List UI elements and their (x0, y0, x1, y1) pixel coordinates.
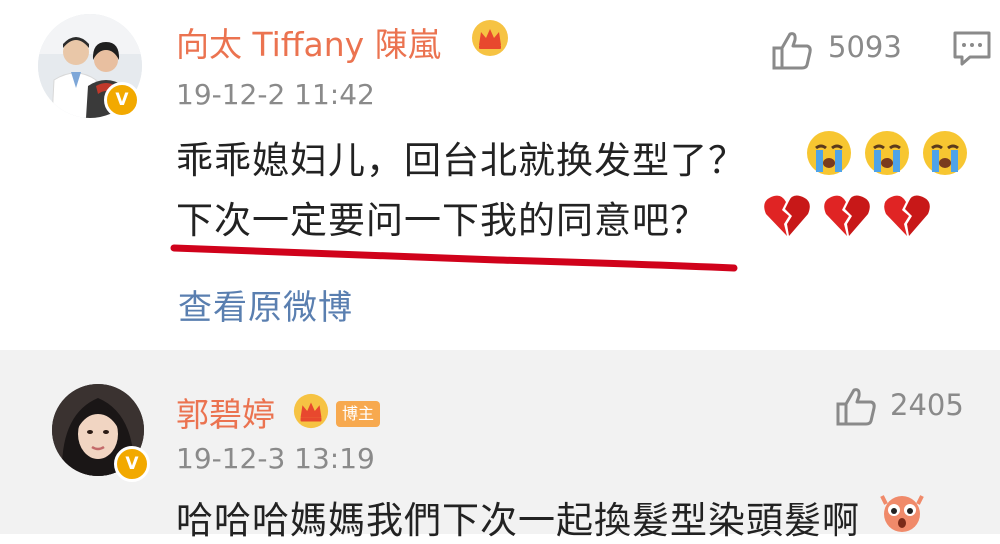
crying-emoji (923, 131, 967, 175)
timestamp: 19-12-3 13:19 (176, 442, 375, 475)
thumb-up-icon[interactable] (770, 28, 814, 72)
like-count: 2405 (890, 388, 964, 422)
verified-badge-icon: V (114, 446, 150, 482)
view-original-link[interactable]: 查看原微博 (178, 280, 353, 329)
broken-heart-emoji (764, 195, 810, 236)
comment-text-line1: 乖乖媳妇儿，回台北就换发型了？ (176, 139, 746, 182)
like-count: 5093 (828, 30, 902, 64)
thumb-up-icon[interactable] (834, 384, 878, 428)
broken-heart-emoji (884, 195, 930, 236)
username[interactable]: 向太 Tiffany 陳嵐 (176, 18, 441, 66)
comment-text: 哈哈哈媽媽我們下次一起換髮型染頭髮啊 (176, 499, 860, 542)
red-underline-annotation (170, 244, 738, 272)
crown-icon (293, 393, 329, 429)
blogger-tag: 博主 (336, 401, 381, 427)
broken-heart-emoji (824, 195, 870, 236)
comment-card: V 向太 Tiffany 陳嵐 5093 19-12-2 11:42 乖乖媳妇儿… (0, 0, 1000, 350)
username[interactable]: 郭碧婷 (176, 388, 275, 436)
surprised-emoji (880, 495, 924, 532)
crying-emoji (807, 131, 851, 175)
crying-emoji (865, 131, 909, 175)
comment-icon[interactable] (952, 30, 992, 68)
verified-badge-icon: V (104, 82, 140, 118)
crown-icon (472, 20, 508, 56)
timestamp: 19-12-2 11:42 (176, 78, 375, 111)
